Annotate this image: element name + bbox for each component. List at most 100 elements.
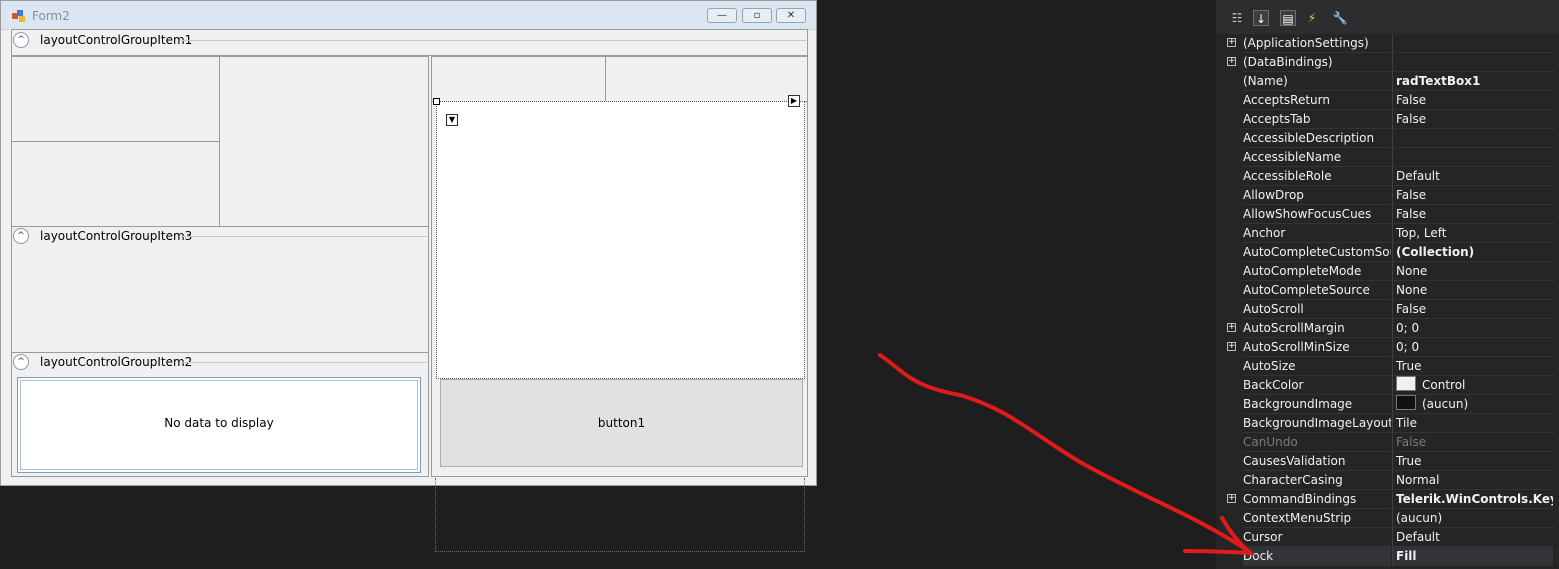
property-value[interactable] <box>1392 148 1553 167</box>
property-value[interactable]: Default <box>1392 528 1553 547</box>
property-value[interactable]: radTextBox1 <box>1392 72 1553 91</box>
collapse-chevron-icon[interactable]: ^ <box>13 354 29 370</box>
property-value[interactable]: 0; 0 <box>1392 319 1553 338</box>
smart-tag-arrow-icon[interactable]: ▶ <box>788 95 800 107</box>
expand-plus-icon[interactable]: + <box>1227 323 1236 332</box>
categorized-icon[interactable]: ☷ <box>1229 10 1245 26</box>
layout-cell-4[interactable] <box>431 56 606 102</box>
property-value[interactable]: Fill <box>1392 547 1553 566</box>
property-row[interactable]: AccessibleName <box>1224 148 1559 167</box>
property-row[interactable]: AutoScroll False <box>1224 300 1559 319</box>
property-row[interactable]: AllowShowFocusCues False <box>1224 205 1559 224</box>
property-value[interactable]: Default <box>1392 167 1553 186</box>
property-row[interactable]: + AutoScrollMargin 0; 0 <box>1224 319 1559 338</box>
property-value[interactable]: Normal <box>1392 471 1553 490</box>
property-pages-icon[interactable]: 🔧 <box>1332 10 1348 26</box>
splitter[interactable] <box>428 56 432 477</box>
collapse-chevron-icon[interactable]: ^ <box>13 228 29 244</box>
form-titlebar[interactable]: Form2 — ▫ ✕ <box>1 1 816 30</box>
property-value[interactable]: False <box>1392 433 1553 452</box>
property-row[interactable]: AutoCompleteMode None <box>1224 262 1559 281</box>
form-window[interactable]: Form2 — ▫ ✕ ^ layoutControlGroupItem1 ^ … <box>0 0 817 486</box>
property-value[interactable]: Telerik.WinControls.Keyboar <box>1392 490 1553 509</box>
alphabetical-icon[interactable]: ↓ <box>1253 10 1269 26</box>
property-row[interactable]: + AutoScrollMinSize 0; 0 <box>1224 338 1559 357</box>
property-value[interactable] <box>1392 34 1553 53</box>
property-row[interactable]: CausesValidation True <box>1224 452 1559 471</box>
property-row[interactable]: BackgroundImageLayout Tile <box>1224 414 1559 433</box>
group-header-3[interactable]: ^ layoutControlGroupItem3 <box>11 226 429 246</box>
property-name: CausesValidation <box>1243 452 1391 471</box>
property-row[interactable]: + CommandBindings Telerik.WinControls.Keyb… <box>1224 490 1559 509</box>
property-value-text: Default <box>1396 530 1440 544</box>
property-row[interactable]: (Name) radTextBox1 <box>1224 72 1559 91</box>
property-value[interactable]: True <box>1392 452 1553 471</box>
property-value[interactable] <box>1392 129 1553 148</box>
property-value[interactable]: False <box>1392 91 1553 110</box>
property-name: AutoSize <box>1243 357 1391 376</box>
maximize-button[interactable]: ▫ <box>742 8 772 23</box>
layout-control[interactable]: ^ layoutControlGroupItem1 ^ layoutContro… <box>9 29 809 479</box>
property-value[interactable]: False <box>1392 300 1553 319</box>
property-row[interactable]: Anchor Top, Left <box>1224 224 1559 243</box>
property-value-text: True <box>1396 454 1422 468</box>
property-row[interactable]: Cursor Default <box>1224 528 1559 547</box>
properties-panel[interactable]: ☷ ↓ ▤ ⚡ 🔧 + (ApplicationSettings) + (DataBi… <box>1216 0 1559 569</box>
property-row[interactable]: + (DataBindings) <box>1224 53 1559 72</box>
property-value[interactable]: Top, Left <box>1392 224 1553 243</box>
property-row[interactable]: AcceptsTab False <box>1224 110 1559 129</box>
layout-cell-1[interactable] <box>11 56 220 142</box>
property-name: AutoScrollMinSize <box>1243 338 1391 357</box>
layout-cell-2[interactable] <box>11 141 220 227</box>
property-value[interactable]: (aucun) <box>1392 509 1553 528</box>
layout-cell-5[interactable] <box>605 56 808 102</box>
property-value[interactable]: Control <box>1392 376 1553 395</box>
minimize-button[interactable]: — <box>707 8 737 23</box>
expand-plus-icon[interactable]: + <box>1227 494 1236 503</box>
property-row[interactable]: AllowDrop False <box>1224 186 1559 205</box>
property-value[interactable]: (aucun) <box>1392 395 1553 414</box>
property-row[interactable]: AutoSize True <box>1224 357 1559 376</box>
property-value[interactable]: False <box>1392 186 1553 205</box>
property-value[interactable]: (Collection) <box>1392 243 1553 262</box>
property-value-text: 0; 0 <box>1396 321 1420 335</box>
close-button[interactable]: ✕ <box>776 8 806 23</box>
expand-plus-icon[interactable]: + <box>1227 342 1236 351</box>
grid-view[interactable]: No data to display <box>17 377 421 473</box>
property-row[interactable]: AccessibleRole Default <box>1224 167 1559 186</box>
events-icon[interactable]: ⚡ <box>1304 10 1320 26</box>
property-row[interactable]: + (ApplicationSettings) <box>1224 34 1559 53</box>
property-value[interactable]: True <box>1392 357 1553 376</box>
button1[interactable]: button1 <box>440 379 803 467</box>
resize-handle-icon[interactable] <box>433 98 440 105</box>
property-value[interactable]: Tile <box>1392 414 1553 433</box>
collapse-chevron-icon[interactable]: ^ <box>13 32 29 48</box>
property-row[interactable]: BackColor Control <box>1224 376 1559 395</box>
property-row[interactable]: AutoCompleteCustomSource (Collection) <box>1224 243 1559 262</box>
group-header-1[interactable]: ^ layoutControlGroupItem1 <box>11 30 808 50</box>
property-value[interactable] <box>1392 53 1553 72</box>
property-name: AccessibleDescription <box>1243 129 1391 148</box>
property-value-text: False <box>1396 207 1427 221</box>
expand-plus-icon[interactable]: + <box>1227 57 1236 66</box>
rad-text-box[interactable]: ▼ <box>436 101 805 379</box>
property-value[interactable]: False <box>1392 110 1553 129</box>
property-value[interactable]: None <box>1392 262 1553 281</box>
property-row[interactable]: BackgroundImage (aucun) <box>1224 395 1559 414</box>
property-value[interactable]: None <box>1392 281 1553 300</box>
property-row[interactable]: AutoCompleteSource None <box>1224 281 1559 300</box>
property-row[interactable]: AcceptsReturn False <box>1224 91 1559 110</box>
layout-cell-3[interactable] <box>219 56 429 227</box>
layout-group-3-body[interactable] <box>11 245 429 353</box>
property-row[interactable]: Dock Fill <box>1224 547 1559 566</box>
property-row[interactable]: AccessibleDescription <box>1224 129 1559 148</box>
group-header-2[interactable]: ^ layoutControlGroupItem2 <box>11 352 429 372</box>
property-row[interactable]: CharacterCasing Normal <box>1224 471 1559 490</box>
property-row[interactable]: ContextMenuStrip (aucun) <box>1224 509 1559 528</box>
expand-plus-icon[interactable]: + <box>1227 38 1236 47</box>
property-row[interactable]: CanUndo False <box>1224 433 1559 452</box>
property-value[interactable]: False <box>1392 205 1553 224</box>
dropdown-arrow-icon[interactable]: ▼ <box>446 114 458 126</box>
property-value[interactable]: 0; 0 <box>1392 338 1553 357</box>
properties-icon[interactable]: ▤ <box>1280 10 1296 26</box>
